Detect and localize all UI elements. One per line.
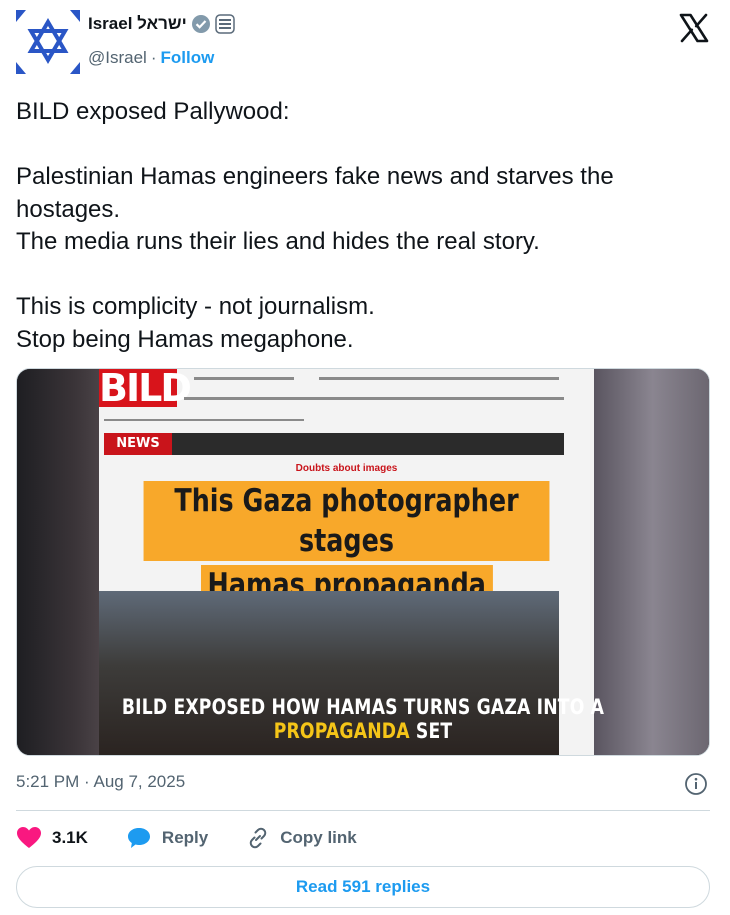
tweet-media[interactable]: BILD NEWS Doubts about images This Gaza … [16, 368, 710, 756]
read-replies-button[interactable]: Read 591 replies [16, 866, 710, 908]
reply-button[interactable]: Reply [126, 826, 208, 850]
avatar[interactable] [16, 10, 80, 74]
separator-dot: · [150, 48, 157, 67]
heart-icon [17, 827, 41, 848]
author-handle[interactable]: @Israel [88, 48, 147, 68]
tweet-actions: 3.1K Reply Copy link [16, 826, 395, 850]
author-handle-row: @Israel · Follow [88, 48, 214, 68]
info-icon[interactable] [684, 772, 708, 796]
news-badge: NEWS [104, 433, 172, 455]
x-logo-icon[interactable] [678, 12, 710, 44]
link-icon [249, 827, 267, 849]
reply-label: Reply [161, 828, 209, 847]
verified-badge-icon [191, 15, 210, 33]
author-display-name[interactable]: Israel ישראל [88, 14, 187, 34]
tweet-text: BILD exposed Pallywood: Palestinian Hama… [16, 98, 614, 353]
government-affiliate-icon [215, 14, 235, 34]
star-of-david-avatar-icon [16, 10, 80, 74]
article-headline: This Gaza photographer stages Hamas prop… [99, 481, 594, 609]
nav-bar-line [184, 397, 564, 400]
caption-text-end: SET [409, 719, 453, 743]
tweet-timestamp[interactable]: 5:21 PM · Aug 7, 2025 [16, 772, 185, 792]
bild-logo: BILD [99, 368, 192, 410]
nav-bar-line [104, 419, 304, 421]
caption-highlight: PROPAGANDA [273, 719, 410, 743]
nav-bar-line [319, 377, 559, 380]
follow-button[interactable]: Follow [161, 48, 215, 68]
article-kicker: Doubts about images [295, 463, 398, 474]
like-button[interactable]: 3.1K [16, 826, 88, 850]
divider [16, 810, 710, 811]
nav-bar-line [194, 377, 294, 380]
video-caption: BILD EXPOSED HOW HAMAS TURNS GAZA INTO A… [79, 695, 646, 743]
news-ticker [104, 433, 564, 455]
headline-line-1: This Gaza photographer stages [143, 481, 550, 561]
author-name-row[interactable]: Israel ישראל [88, 14, 235, 34]
copy-link-button[interactable]: Copy link [246, 826, 357, 850]
like-count: 3.1K [52, 828, 88, 847]
copy-link-label: Copy link [280, 828, 357, 847]
reply-bubble-icon [127, 828, 150, 848]
caption-text: BILD EXPOSED HOW HAMAS TURNS GAZA INTO A [121, 695, 605, 719]
